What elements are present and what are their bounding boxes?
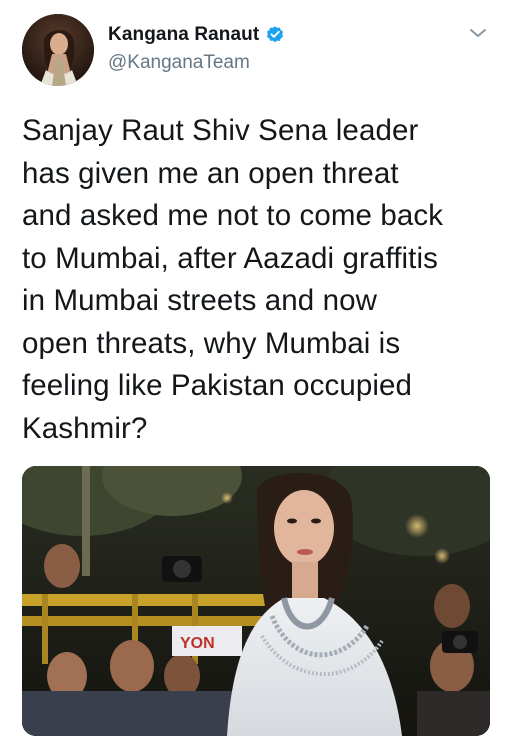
tweet-header: Kangana Ranaut @KanganaTeam — [22, 14, 492, 88]
tweet-text-line: feeling like Pakistan occupied — [22, 369, 413, 402]
banner-text: YON — [180, 635, 215, 652]
avatar[interactable] — [22, 14, 94, 86]
tweet-text-line: in Mumbai streets and now — [22, 284, 378, 317]
tweet-text-line: Kashmir? — [22, 411, 148, 445]
display-name[interactable]: Kangana Ranaut — [108, 24, 259, 46]
name-row: Kangana Ranaut — [108, 24, 285, 46]
user-handle[interactable]: @KanganaTeam — [108, 52, 250, 74]
chevron-down-icon[interactable] — [468, 26, 488, 40]
tweet-media-photo[interactable]: YON — [22, 466, 490, 736]
verified-badge-icon — [265, 25, 285, 45]
tweet-text-line: has given me an open threat — [22, 156, 399, 190]
tweet-text: Sanjay Raut Shiv Sena leader has given m… — [22, 110, 502, 450]
tweet-text-line: Sanjay Raut Shiv Sena leader — [22, 114, 419, 147]
tweet-text-line: open threats, why Mumbai is — [22, 326, 401, 360]
tweet-text-line: to Mumbai, after Aazadi graffitis — [22, 241, 438, 275]
tweet-text-line: and asked me not to come back — [22, 199, 444, 232]
